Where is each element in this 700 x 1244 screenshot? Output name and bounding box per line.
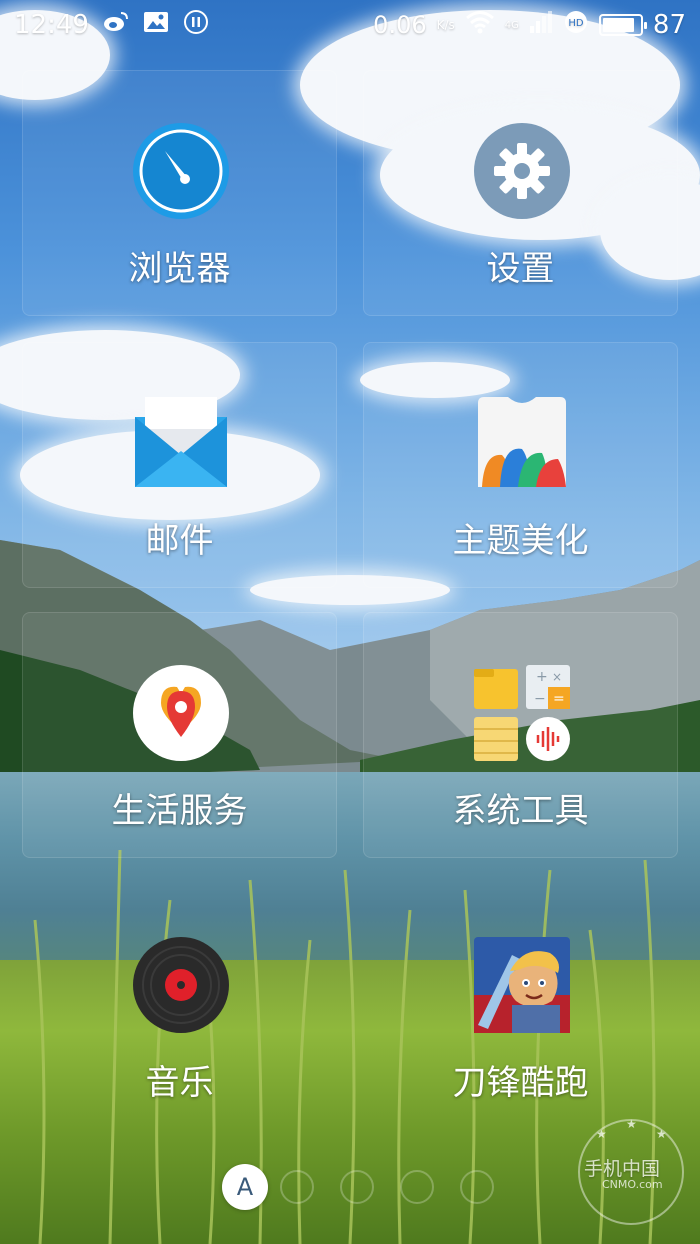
watermark-text: 手机中国 xyxy=(584,1158,661,1180)
page-dot[interactable] xyxy=(340,1170,374,1204)
svg-text:×: × xyxy=(552,670,562,684)
battery-percent: 87 xyxy=(652,10,686,40)
svg-text:=: = xyxy=(553,691,565,707)
page-dot[interactable] xyxy=(400,1170,434,1204)
hd-icon: HD xyxy=(563,9,589,42)
weibo-notification-icon xyxy=(103,10,129,41)
page-dot[interactable] xyxy=(280,1170,314,1204)
app-settings[interactable]: 设置 xyxy=(363,70,678,316)
svg-text:★: ★ xyxy=(596,1127,607,1141)
app-theme[interactable]: 主题美化 xyxy=(363,342,678,588)
battery-icon xyxy=(598,14,647,36)
app-system-tools[interactable]: + × − = 系统工具 xyxy=(363,612,678,858)
svg-text:+: + xyxy=(536,669,548,685)
theme-icon xyxy=(478,397,566,487)
app-label: 设置 xyxy=(486,249,555,289)
pause-notification-icon xyxy=(183,9,209,42)
app-mail[interactable]: 邮件 xyxy=(22,342,337,588)
page-dots xyxy=(280,1170,494,1204)
app-label: 邮件 xyxy=(145,521,214,561)
app-label: 系统工具 xyxy=(452,791,589,831)
app-label: 主题美化 xyxy=(452,521,589,561)
network-type: 4G xyxy=(504,19,519,31)
net-speed: 0.06 xyxy=(373,11,427,39)
gallery-notification-icon xyxy=(143,10,169,41)
app-label: 生活服务 xyxy=(111,791,248,831)
status-bar: 12:49 0.06 K/s 4G HD 87 xyxy=(0,0,700,50)
app-music[interactable]: 音乐 xyxy=(22,884,337,1130)
page-dot[interactable] xyxy=(460,1170,494,1204)
settings-gear-icon xyxy=(474,123,570,219)
browser-icon xyxy=(133,123,229,219)
svg-text:★: ★ xyxy=(626,1117,637,1131)
signal-icon xyxy=(529,10,553,41)
net-speed-unit: K/s xyxy=(436,18,455,32)
mail-icon xyxy=(135,397,227,487)
app-label: 刀锋酷跑 xyxy=(452,1063,589,1103)
app-browser[interactable]: 浏览器 xyxy=(22,70,337,316)
wifi-icon xyxy=(465,10,495,41)
app-life-services[interactable]: 生活服务 xyxy=(22,612,337,858)
svg-text:HD: HD xyxy=(568,18,584,29)
svg-text:★: ★ xyxy=(656,1127,667,1141)
status-time: 12:49 xyxy=(14,10,89,40)
app-game[interactable]: 刀锋酷跑 xyxy=(363,884,678,1130)
game-icon xyxy=(474,937,570,1033)
location-pin-icon xyxy=(133,665,229,761)
watermark: ★ ★ ★ 手机中国 CNMO.com xyxy=(574,1112,688,1232)
watermark-sub: CNMO.com xyxy=(602,1178,663,1191)
app-label: 音乐 xyxy=(145,1063,214,1103)
page-indicator-a[interactable]: A xyxy=(222,1164,268,1210)
svg-text:−: − xyxy=(534,691,546,707)
music-disc-icon xyxy=(133,937,229,1033)
app-label: 浏览器 xyxy=(128,249,231,289)
tools-folder-icon: + × − = xyxy=(474,665,570,761)
